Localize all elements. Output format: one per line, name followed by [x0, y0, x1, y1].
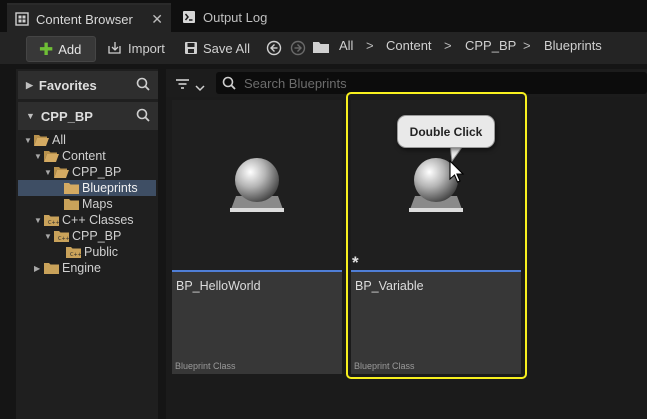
- breadcrumb-separator: >: [366, 38, 374, 53]
- search-icon[interactable]: [136, 77, 150, 94]
- expanded-arrow-icon: ▼: [44, 231, 52, 241]
- expanded-arrow-icon: ▼: [26, 111, 35, 121]
- cpp-folder-icon: C++: [54, 230, 69, 242]
- favorites-section[interactable]: ▶ Favorites: [18, 71, 158, 99]
- project-label: CPP_BP: [40, 108, 93, 124]
- breadcrumb-all[interactable]: All: [339, 38, 353, 53]
- tree-item-maps[interactable]: Maps: [64, 196, 113, 212]
- expanded-arrow-icon: ▼: [34, 151, 42, 161]
- save-all-button-label: Save All: [203, 40, 250, 56]
- tree-item-blueprints[interactable]: Blueprints: [64, 180, 138, 196]
- tree-item-cpp-bp[interactable]: ▼ CPP_BP: [44, 164, 121, 180]
- folder-icon: [313, 41, 330, 54]
- expanded-arrow-icon: ▼: [44, 167, 52, 177]
- collapsed-arrow-icon: ▶: [34, 263, 41, 273]
- plus-icon: ✚: [39, 39, 54, 59]
- forward-icon[interactable]: [290, 40, 306, 56]
- tooltip: Double Click: [397, 115, 495, 148]
- cpp-folder-icon: C++: [66, 246, 81, 258]
- add-button-label: Add: [58, 41, 82, 57]
- folder-icon: [64, 182, 79, 194]
- mouse-cursor-icon: [449, 159, 465, 184]
- project-section[interactable]: ▼ CPP_BP: [18, 102, 158, 130]
- search-input[interactable]: [244, 72, 639, 94]
- tab-content-browser-label: Content Browser: [36, 11, 133, 27]
- tree-item-label: Engine: [62, 261, 101, 275]
- search-icon[interactable]: [136, 108, 150, 125]
- tree-item-label: Blueprints: [82, 181, 138, 195]
- import-icon: [108, 41, 123, 55]
- save-all-button[interactable]: Save All: [184, 36, 250, 60]
- folder-open-icon: [54, 166, 69, 178]
- svg-text:C++: C++: [58, 236, 69, 242]
- tab-output-log-label: Output Log: [203, 9, 268, 25]
- tree-item-label: C++ Classes: [62, 213, 134, 227]
- chevron-down-icon: [195, 79, 205, 92]
- breadcrumb-separator: >: [523, 38, 531, 53]
- expanded-arrow-icon: ▼: [34, 215, 42, 225]
- tree-item-label: CPP_BP: [72, 229, 122, 243]
- asset-thumbnail: [172, 100, 342, 270]
- add-button[interactable]: ✚ Add: [26, 36, 96, 62]
- panel-splitter[interactable]: [158, 69, 166, 419]
- svg-text:C++: C++: [70, 252, 81, 258]
- tree-item-public[interactable]: C++ Public: [66, 244, 118, 260]
- tab-content-browser[interactable]: Content Browser ✕: [7, 3, 171, 33]
- favorites-label: Favorites: [38, 77, 97, 93]
- tree-item-label: Content: [62, 149, 106, 163]
- folder-icon: [44, 262, 59, 274]
- folder-open-icon: [34, 134, 49, 146]
- svg-text:C++: C++: [48, 220, 59, 226]
- import-button-label: Import: [128, 40, 165, 56]
- collapsed-arrow-icon: ▶: [26, 79, 33, 90]
- close-icon[interactable]: ✕: [151, 11, 163, 28]
- import-button[interactable]: Import: [108, 36, 165, 60]
- breadcrumb-cpp-bp[interactable]: CPP_BP: [465, 38, 516, 53]
- save-icon: [184, 41, 198, 55]
- breadcrumb-content[interactable]: Content: [386, 38, 432, 53]
- output-log-icon: [182, 10, 196, 24]
- tab-output-log[interactable]: Output Log: [178, 3, 298, 31]
- tree-item-label: Maps: [82, 197, 113, 211]
- asset-name: BP_HelloWorld: [176, 279, 261, 293]
- content-browser-icon: [15, 12, 29, 26]
- back-icon[interactable]: [266, 40, 282, 56]
- expanded-arrow-icon: ▼: [24, 135, 32, 145]
- tree-item-label: CPP_BP: [72, 165, 122, 179]
- tree-item-label: All: [52, 133, 66, 147]
- filter-dropdown[interactable]: [175, 76, 207, 92]
- search-icon: [222, 76, 236, 90]
- cpp-folder-icon: C++: [44, 214, 59, 226]
- tree-item-content[interactable]: ▼ Content: [34, 148, 106, 164]
- breadcrumb-separator: >: [444, 38, 452, 53]
- tree-item-all[interactable]: ▼ All: [24, 132, 66, 148]
- tree-item-cpp-classes[interactable]: ▼ C++ C++ Classes: [34, 212, 134, 228]
- tree-item-engine[interactable]: ▶ Engine: [34, 260, 101, 276]
- blueprint-sphere-icon: [230, 158, 284, 212]
- folder-icon: [64, 198, 79, 210]
- tree-item-cpp-bp-classes[interactable]: ▼ C++ CPP_BP: [44, 228, 121, 244]
- asset-tile-bp-helloworld[interactable]: BP_HelloWorld Blueprint Class: [172, 100, 342, 374]
- filter-icon: [175, 77, 190, 89]
- breadcrumb-blueprints[interactable]: Blueprints: [544, 38, 602, 53]
- asset-type: Blueprint Class: [175, 361, 236, 371]
- tree-item-label: Public: [84, 245, 119, 259]
- folder-open-icon: [44, 150, 59, 162]
